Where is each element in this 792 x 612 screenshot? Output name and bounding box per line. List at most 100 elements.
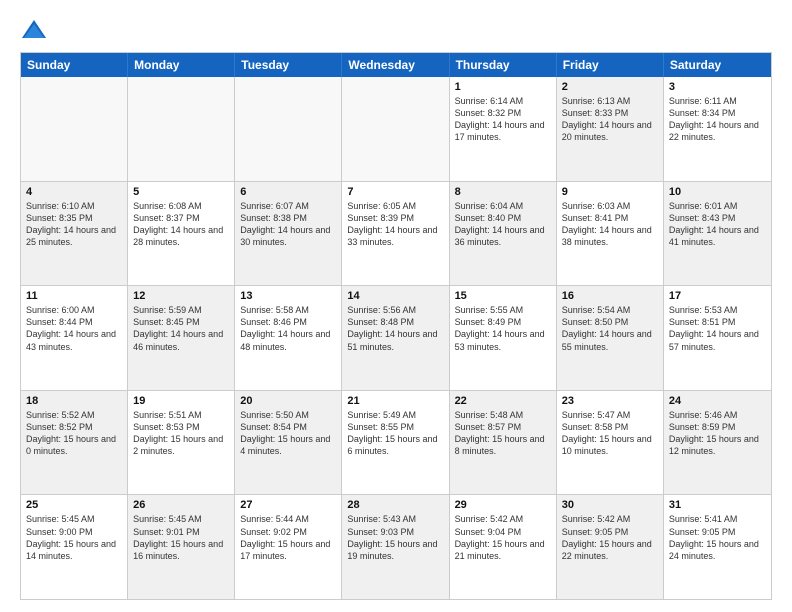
day-number: 6 (240, 186, 336, 198)
header-day-monday: Monday (128, 53, 235, 77)
day-number: 18 (26, 395, 122, 407)
cal-cell: 21 Sunrise: 5:49 AM Sunset: 8:55 PM Dayli… (342, 391, 449, 495)
day-number: 21 (347, 395, 443, 407)
cell-info: Sunrise: 6:14 AM Sunset: 8:32 PM Dayligh… (455, 95, 551, 144)
cal-cell: 23 Sunrise: 5:47 AM Sunset: 8:58 PM Dayli… (557, 391, 664, 495)
calendar-body: 1 Sunrise: 6:14 AM Sunset: 8:32 PM Daylig… (21, 77, 771, 599)
day-number: 5 (133, 186, 229, 198)
cal-cell (342, 77, 449, 181)
cell-info: Sunrise: 6:10 AM Sunset: 8:35 PM Dayligh… (26, 200, 122, 249)
cal-cell: 4 Sunrise: 6:10 AM Sunset: 8:35 PM Daylig… (21, 182, 128, 286)
day-number: 16 (562, 290, 658, 302)
day-number: 11 (26, 290, 122, 302)
cal-row-4: 25Sunrise: 5:45 AM Sunset: 9:00 PM Dayli… (21, 495, 771, 599)
calendar: SundayMondayTuesdayWednesdayThursdayFrid… (20, 52, 772, 600)
cal-cell: 1 Sunrise: 6:14 AM Sunset: 8:32 PM Daylig… (450, 77, 557, 181)
cal-cell: 16 Sunrise: 5:54 AM Sunset: 8:50 PM Dayli… (557, 286, 664, 390)
day-number: 17 (669, 290, 766, 302)
calendar-header: SundayMondayTuesdayWednesdayThursdayFrid… (21, 53, 771, 77)
cal-cell: 9Sunrise: 6:03 AM Sunset: 8:41 PM Daylig… (557, 182, 664, 286)
cell-info: Sunrise: 5:42 AM Sunset: 9:05 PM Dayligh… (562, 513, 658, 562)
cell-info: Sunrise: 5:43 AM Sunset: 9:03 PM Dayligh… (347, 513, 443, 562)
cell-info: Sunrise: 5:46 AM Sunset: 8:59 PM Dayligh… (669, 409, 766, 458)
cal-cell: 5 Sunrise: 6:08 AM Sunset: 8:37 PM Daylig… (128, 182, 235, 286)
day-number: 12 (133, 290, 229, 302)
cal-cell: 28 Sunrise: 5:43 AM Sunset: 9:03 PM Dayli… (342, 495, 449, 599)
header-day-saturday: Saturday (664, 53, 771, 77)
cell-info: Sunrise: 5:47 AM Sunset: 8:58 PM Dayligh… (562, 409, 658, 458)
cal-row-1: 4 Sunrise: 6:10 AM Sunset: 8:35 PM Daylig… (21, 182, 771, 287)
cell-info: Sunrise: 6:08 AM Sunset: 8:37 PM Dayligh… (133, 200, 229, 249)
logo-icon (20, 16, 48, 44)
cell-info: Sunrise: 6:13 AM Sunset: 8:33 PM Dayligh… (562, 95, 658, 144)
day-number: 8 (455, 186, 551, 198)
cal-cell: 22 Sunrise: 5:48 AM Sunset: 8:57 PM Dayli… (450, 391, 557, 495)
cell-info: Sunrise: 6:00 AM Sunset: 8:44 PM Dayligh… (26, 304, 122, 353)
cal-cell: 24Sunrise: 5:46 AM Sunset: 8:59 PM Dayli… (664, 391, 771, 495)
header-day-thursday: Thursday (450, 53, 557, 77)
cell-info: Sunrise: 5:54 AM Sunset: 8:50 PM Dayligh… (562, 304, 658, 353)
cell-info: Sunrise: 5:42 AM Sunset: 9:04 PM Dayligh… (455, 513, 551, 562)
day-number: 4 (26, 186, 122, 198)
cal-cell: 27 Sunrise: 5:44 AM Sunset: 9:02 PM Dayli… (235, 495, 342, 599)
cell-info: Sunrise: 5:58 AM Sunset: 8:46 PM Dayligh… (240, 304, 336, 353)
cell-info: Sunrise: 5:56 AM Sunset: 8:48 PM Dayligh… (347, 304, 443, 353)
cal-cell (128, 77, 235, 181)
cell-info: Sunrise: 5:52 AM Sunset: 8:52 PM Dayligh… (26, 409, 122, 458)
day-number: 1 (455, 81, 551, 93)
day-number: 28 (347, 499, 443, 511)
cell-info: Sunrise: 5:55 AM Sunset: 8:49 PM Dayligh… (455, 304, 551, 353)
cell-info: Sunrise: 5:44 AM Sunset: 9:02 PM Dayligh… (240, 513, 336, 562)
cell-info: Sunrise: 5:49 AM Sunset: 8:55 PM Dayligh… (347, 409, 443, 458)
cal-cell: 30 Sunrise: 5:42 AM Sunset: 9:05 PM Dayli… (557, 495, 664, 599)
day-number: 27 (240, 499, 336, 511)
header-day-sunday: Sunday (21, 53, 128, 77)
day-number: 29 (455, 499, 551, 511)
cal-cell: 17Sunrise: 5:53 AM Sunset: 8:51 PM Dayli… (664, 286, 771, 390)
cell-info: Sunrise: 5:51 AM Sunset: 8:53 PM Dayligh… (133, 409, 229, 458)
cal-cell: 19Sunrise: 5:51 AM Sunset: 8:53 PM Dayli… (128, 391, 235, 495)
cal-cell: 8 Sunrise: 6:04 AM Sunset: 8:40 PM Daylig… (450, 182, 557, 286)
cal-cell: 12 Sunrise: 5:59 AM Sunset: 8:45 PM Dayli… (128, 286, 235, 390)
cell-info: Sunrise: 6:11 AM Sunset: 8:34 PM Dayligh… (669, 95, 766, 144)
cal-cell: 31 Sunrise: 5:41 AM Sunset: 9:05 PM Dayli… (664, 495, 771, 599)
cal-row-0: 1 Sunrise: 6:14 AM Sunset: 8:32 PM Daylig… (21, 77, 771, 182)
cal-cell: 11 Sunrise: 6:00 AM Sunset: 8:44 PM Dayli… (21, 286, 128, 390)
cal-cell: 3Sunrise: 6:11 AM Sunset: 8:34 PM Daylig… (664, 77, 771, 181)
day-number: 31 (669, 499, 766, 511)
day-number: 20 (240, 395, 336, 407)
cell-info: Sunrise: 5:41 AM Sunset: 9:05 PM Dayligh… (669, 513, 766, 562)
cal-cell: 14 Sunrise: 5:56 AM Sunset: 8:48 PM Dayli… (342, 286, 449, 390)
cell-info: Sunrise: 6:04 AM Sunset: 8:40 PM Dayligh… (455, 200, 551, 249)
cell-info: Sunrise: 6:05 AM Sunset: 8:39 PM Dayligh… (347, 200, 443, 249)
day-number: 23 (562, 395, 658, 407)
cell-info: Sunrise: 6:01 AM Sunset: 8:43 PM Dayligh… (669, 200, 766, 249)
day-number: 25 (26, 499, 122, 511)
day-number: 10 (669, 186, 766, 198)
logo (20, 16, 52, 44)
day-number: 7 (347, 186, 443, 198)
cal-cell: 20 Sunrise: 5:50 AM Sunset: 8:54 PM Dayli… (235, 391, 342, 495)
day-number: 14 (347, 290, 443, 302)
day-number: 30 (562, 499, 658, 511)
cal-cell: 25Sunrise: 5:45 AM Sunset: 9:00 PM Dayli… (21, 495, 128, 599)
cal-cell (235, 77, 342, 181)
cell-info: Sunrise: 5:50 AM Sunset: 8:54 PM Dayligh… (240, 409, 336, 458)
day-number: 2 (562, 81, 658, 93)
day-number: 9 (562, 186, 658, 198)
cal-cell: 15 Sunrise: 5:55 AM Sunset: 8:49 PM Dayli… (450, 286, 557, 390)
cell-info: Sunrise: 5:48 AM Sunset: 8:57 PM Dayligh… (455, 409, 551, 458)
cell-info: Sunrise: 5:45 AM Sunset: 9:01 PM Dayligh… (133, 513, 229, 562)
cell-info: Sunrise: 5:59 AM Sunset: 8:45 PM Dayligh… (133, 304, 229, 353)
day-number: 22 (455, 395, 551, 407)
header-day-tuesday: Tuesday (235, 53, 342, 77)
page: SundayMondayTuesdayWednesdayThursdayFrid… (0, 0, 792, 612)
day-number: 26 (133, 499, 229, 511)
day-number: 15 (455, 290, 551, 302)
cal-cell (21, 77, 128, 181)
header-day-wednesday: Wednesday (342, 53, 449, 77)
cal-cell: 29 Sunrise: 5:42 AM Sunset: 9:04 PM Dayli… (450, 495, 557, 599)
cal-cell: 13Sunrise: 5:58 AM Sunset: 8:46 PM Dayli… (235, 286, 342, 390)
cal-row-2: 11 Sunrise: 6:00 AM Sunset: 8:44 PM Dayli… (21, 286, 771, 391)
cal-cell: 18 Sunrise: 5:52 AM Sunset: 8:52 PM Dayli… (21, 391, 128, 495)
